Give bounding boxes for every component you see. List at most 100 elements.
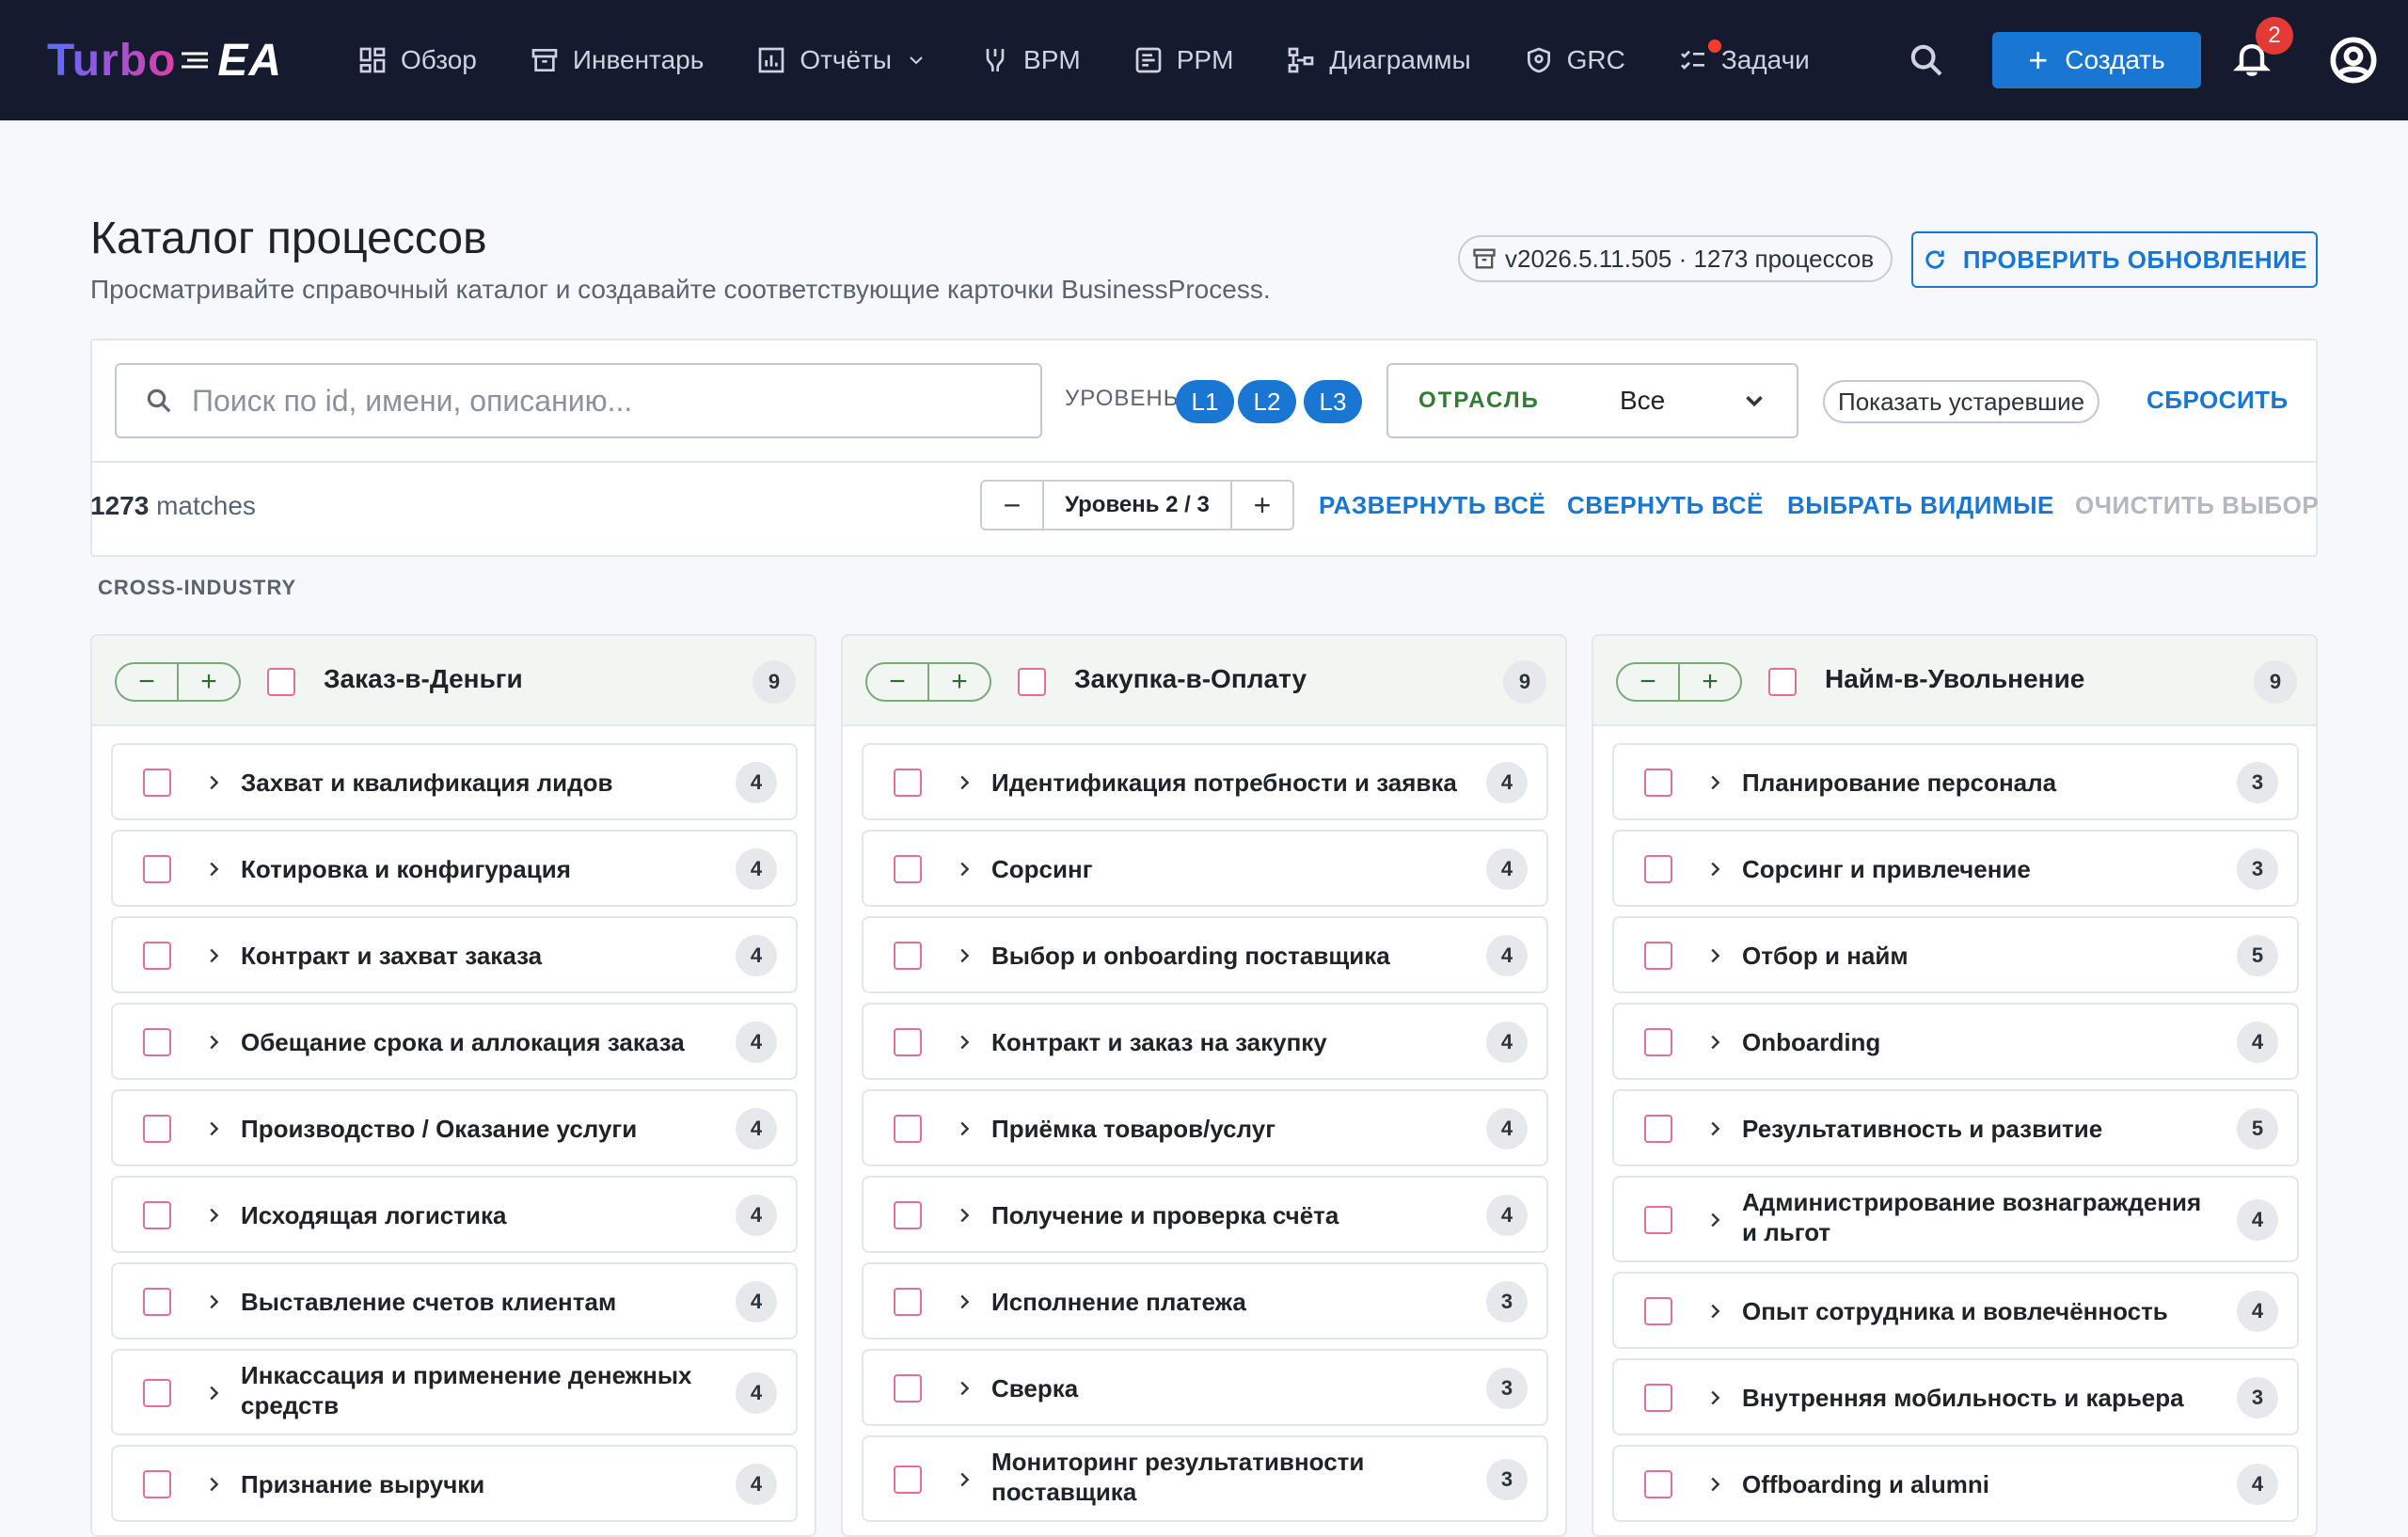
process-checkbox[interactable] [1644, 1297, 1672, 1325]
process-row[interactable]: Опыт сотрудника и вовлечённость 4 [1612, 1272, 2299, 1349]
clear-selection-button[interactable]: ОЧИСТИТЬ ВЫБОР [2075, 491, 2319, 520]
chevron-right-icon[interactable] [954, 1469, 974, 1490]
chevron-right-icon[interactable] [1704, 1301, 1725, 1322]
process-row[interactable]: Offboarding и alumni 4 [1612, 1445, 2299, 1522]
chevron-right-icon[interactable] [1704, 859, 1725, 879]
process-checkbox[interactable] [1644, 1470, 1672, 1498]
process-checkbox[interactable] [143, 942, 171, 970]
process-row[interactable]: Внутренняя мобильность и карьера 3 [1612, 1358, 2299, 1435]
level-chip-l1[interactable]: L1 [1176, 380, 1234, 423]
expand-button[interactable]: + [927, 664, 990, 700]
column-checkbox[interactable] [1018, 668, 1046, 696]
process-row[interactable]: Инкассация и применение денежных средств… [111, 1349, 798, 1435]
nav-item-inventory[interactable]: Инвентарь [530, 32, 704, 88]
process-row[interactable]: Контракт и заказ на закупку 4 [862, 1003, 1548, 1080]
process-row[interactable]: Контракт и захват заказа 4 [111, 916, 798, 993]
process-row[interactable]: Получение и проверка счёта 4 [862, 1176, 1548, 1253]
process-row[interactable]: Сорсинг 4 [862, 830, 1548, 907]
process-checkbox[interactable] [894, 768, 922, 797]
chevron-right-icon[interactable] [1704, 1474, 1725, 1495]
create-button[interactable]: + Создать [1992, 32, 2201, 88]
nav-item-diagrams[interactable]: Диаграммы [1286, 32, 1471, 88]
reset-filters-button[interactable]: СБРОСИТЬ [2147, 386, 2289, 415]
process-row[interactable]: Идентификация потребности и заявка 4 [862, 743, 1548, 820]
collapse-button[interactable]: − [867, 664, 927, 700]
process-row[interactable]: Захват и квалификация лидов 4 [111, 743, 798, 820]
chevron-right-icon[interactable] [954, 945, 974, 966]
collapse-button[interactable]: − [117, 664, 177, 700]
select-visible-button[interactable]: ВЫБРАТЬ ВИДИМЫЕ [1787, 491, 2054, 520]
notifications-button[interactable]: 2 [2231, 17, 2293, 83]
process-checkbox[interactable] [1644, 1206, 1672, 1234]
process-checkbox[interactable] [143, 1115, 171, 1143]
app-logo[interactable]: Turbo EA [47, 34, 282, 87]
process-row[interactable]: Сорсинг и привлечение 3 [1612, 830, 2299, 907]
catalog-search-field[interactable] [115, 363, 1042, 438]
chevron-right-icon[interactable] [954, 772, 974, 793]
process-checkbox[interactable] [894, 1028, 922, 1056]
process-checkbox[interactable] [894, 1466, 922, 1494]
process-checkbox[interactable] [894, 1201, 922, 1229]
collapse-all-button[interactable]: СВЕРНУТЬ ВСЁ [1567, 491, 1764, 520]
chevron-right-icon[interactable] [1704, 1210, 1725, 1230]
nav-item-tasks[interactable]: Задачи [1678, 32, 1810, 88]
process-row[interactable]: Обещание срока и аллокация заказа 4 [111, 1003, 798, 1080]
chevron-right-icon[interactable] [203, 772, 224, 793]
chevron-right-icon[interactable] [203, 1383, 224, 1403]
chevron-right-icon[interactable] [954, 1205, 974, 1226]
process-checkbox[interactable] [894, 1374, 922, 1402]
process-checkbox[interactable] [1644, 855, 1672, 883]
chevron-right-icon[interactable] [203, 859, 224, 879]
process-row[interactable]: Мониторинг результативности поставщика 3 [862, 1435, 1548, 1522]
nav-item-overview[interactable]: Обзор [357, 32, 477, 88]
process-checkbox[interactable] [894, 1288, 922, 1316]
process-checkbox[interactable] [894, 1115, 922, 1143]
process-checkbox[interactable] [1644, 1115, 1672, 1143]
column-checkbox[interactable] [1768, 668, 1797, 696]
process-row[interactable]: Котировка и конфигурация 4 [111, 830, 798, 907]
level-chip-l2[interactable]: L2 [1238, 380, 1296, 423]
collapse-button[interactable]: − [1618, 664, 1678, 700]
chevron-right-icon[interactable] [1704, 1387, 1725, 1408]
process-checkbox[interactable] [143, 768, 171, 797]
show-obsolete-toggle[interactable]: Показать устаревшие [1823, 380, 2100, 423]
process-checkbox[interactable] [1644, 768, 1672, 797]
process-row[interactable]: Признание выручки 4 [111, 1445, 798, 1522]
column-checkbox[interactable] [267, 668, 295, 696]
process-checkbox[interactable] [1644, 1384, 1672, 1412]
process-checkbox[interactable] [143, 1379, 171, 1407]
process-checkbox[interactable] [894, 942, 922, 970]
chevron-right-icon[interactable] [954, 859, 974, 879]
process-row[interactable]: Отбор и найм 5 [1612, 916, 2299, 993]
process-checkbox[interactable] [1644, 1028, 1672, 1056]
nav-item-grc[interactable]: GRC [1524, 32, 1625, 88]
process-checkbox[interactable] [143, 855, 171, 883]
process-row[interactable]: Планирование персонала 3 [1612, 743, 2299, 820]
process-row[interactable]: Сверка 3 [862, 1349, 1548, 1426]
process-row[interactable]: Приёмка товаров/услуг 4 [862, 1089, 1548, 1166]
process-row[interactable]: Onboarding 4 [1612, 1003, 2299, 1080]
process-checkbox[interactable] [1644, 942, 1672, 970]
process-row[interactable]: Исполнение платежа 3 [862, 1262, 1548, 1339]
process-row[interactable]: Выбор и onboarding поставщика 4 [862, 916, 1548, 993]
chevron-right-icon[interactable] [954, 1032, 974, 1053]
chevron-right-icon[interactable] [203, 1205, 224, 1226]
expand-button[interactable]: + [1678, 664, 1740, 700]
nav-item-reports[interactable]: Отчёты [756, 32, 927, 88]
process-checkbox[interactable] [143, 1288, 171, 1316]
chevron-right-icon[interactable] [203, 945, 224, 966]
expand-button[interactable]: + [177, 664, 239, 700]
process-checkbox[interactable] [894, 855, 922, 883]
chevron-right-icon[interactable] [954, 1118, 974, 1139]
global-search-button[interactable] [1908, 41, 1945, 79]
level-chip-l3[interactable]: L3 [1304, 380, 1362, 423]
chevron-right-icon[interactable] [1704, 945, 1725, 966]
chevron-right-icon[interactable] [1704, 772, 1725, 793]
chevron-right-icon[interactable] [203, 1474, 224, 1495]
process-checkbox[interactable] [143, 1470, 171, 1498]
process-row[interactable]: Выставление счетов клиентам 4 [111, 1262, 798, 1339]
process-row[interactable]: Результативность и развитие 5 [1612, 1089, 2299, 1166]
industry-select[interactable]: ОТРАСЛЬ Все [1386, 363, 1798, 438]
chevron-right-icon[interactable] [954, 1378, 974, 1399]
chevron-right-icon[interactable] [954, 1291, 974, 1312]
